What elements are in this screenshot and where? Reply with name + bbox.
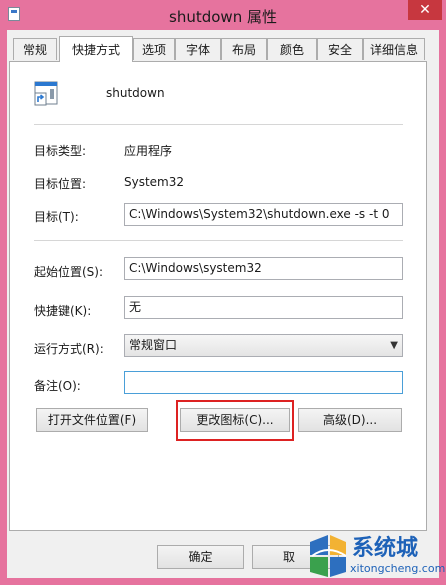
target-location-value: System32 [124, 175, 185, 189]
watermark-logo: 系统城 xitongcheng.com [304, 528, 446, 585]
tab-general[interactable]: 常规 [13, 38, 57, 60]
target-label: 目标(T): [34, 210, 79, 224]
hotkey-label: 快捷键(K): [34, 304, 92, 318]
chevron-down-icon: ▼ [390, 340, 398, 351]
tab-colors[interactable]: 颜色 [267, 38, 317, 60]
target-field[interactable]: C:\Windows\System32\shutdown.exe -s -t 0 [124, 203, 403, 226]
run-label: 运行方式(R): [34, 342, 104, 356]
start-in-field[interactable]: C:\Windows\system32 [124, 257, 403, 280]
advanced-button[interactable]: 高级(D)... [298, 408, 402, 432]
target-location-label: 目标位置: [34, 177, 87, 191]
tab-shortcut[interactable]: 快捷方式 [59, 36, 133, 62]
tab-layout[interactable]: 布局 [221, 38, 267, 60]
tab-details[interactable]: 详细信息 [363, 38, 425, 60]
ok-button[interactable]: 确定 [157, 545, 244, 569]
start-in-label: 起始位置(S): [34, 265, 104, 279]
watermark-brand: 系统城 [352, 536, 419, 561]
tab-options[interactable]: 选项 [133, 38, 175, 60]
logo-mark-icon [310, 535, 347, 577]
comment-field[interactable] [124, 371, 403, 394]
hotkey-field[interactable]: 无 [124, 296, 403, 319]
target-type-value: 应用程序 [124, 144, 173, 158]
tab-font[interactable]: 字体 [175, 38, 221, 60]
shortcut-app-icon [34, 81, 58, 106]
highlight-box [176, 400, 294, 441]
comment-label: 备注(O): [34, 379, 81, 393]
run-select[interactable]: 常规窗口 ▼ [124, 334, 403, 357]
separator [34, 240, 403, 241]
open-file-location-button[interactable]: 打开文件位置(F) [36, 408, 148, 432]
separator [34, 124, 403, 125]
window-title: shutdown 属性 [169, 8, 277, 26]
close-button[interactable]: ✕ [408, 0, 442, 20]
shortcut-name: shutdown [106, 86, 165, 100]
tab-security[interactable]: 安全 [317, 38, 363, 60]
run-select-value: 常规窗口 [129, 338, 178, 352]
watermark-url: xitongcheng.com [350, 562, 446, 575]
title-bar: shutdown 属性 ✕ [0, 0, 446, 30]
target-type-label: 目标类型: [34, 144, 87, 158]
